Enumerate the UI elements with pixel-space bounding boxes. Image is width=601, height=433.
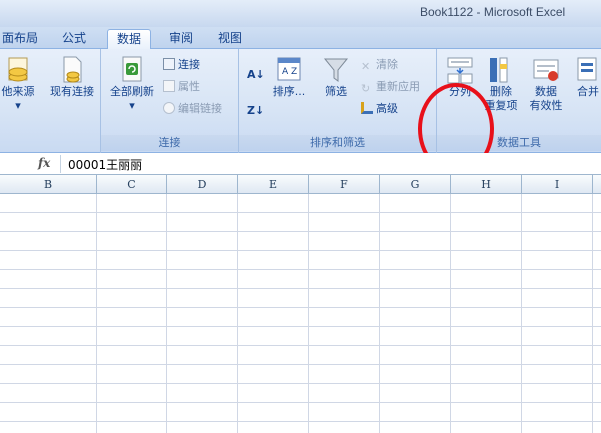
data-validation-button[interactable]: 数据 有效性 [525, 55, 567, 113]
tab-formulas[interactable]: 公式 [56, 29, 92, 49]
consolidate-button[interactable]: 合并 [571, 55, 601, 99]
other-sources-button[interactable]: 他来源 ▾ [0, 55, 40, 113]
sort-ascending-icon: A↓ [247, 68, 265, 81]
group-sort-filter: A↓ Z↓ A Z 排序... 筛选 ✕ 清除 ↻ 重新应用 高级 排序和筛选 [239, 49, 437, 153]
data-validation-label-2: 有效性 [529, 99, 563, 112]
connections-label: 连接 [178, 58, 200, 71]
sort-label: 排序... [272, 85, 306, 98]
consolidate-icon [577, 57, 597, 81]
reapply-label: 重新应用 [376, 80, 420, 93]
gridline [308, 194, 309, 433]
gridline [0, 326, 601, 327]
reapply-icon: ↻ [361, 82, 371, 95]
formula-bar: fx 00001王丽丽 [0, 153, 601, 175]
gridline [450, 194, 451, 433]
tab-view[interactable]: 视图 [212, 29, 248, 49]
existing-connections-button[interactable]: 现有连接 [46, 55, 98, 99]
column-header-partial[interactable] [593, 175, 601, 194]
gridline [96, 194, 97, 433]
ribbon: 他来源 ▾ 现有连接 全部刷新 ▾ 连接 属性 编辑链接 连接 A↓ Z↓ A … [0, 49, 601, 175]
window-title: Book1122 - Microsoft Excel [420, 5, 566, 19]
formula-input[interactable]: 00001王丽丽 [68, 156, 142, 173]
title-bar: Book1122 - Microsoft Excel [0, 0, 601, 27]
gridline [0, 212, 601, 213]
svg-text:A: A [282, 67, 289, 77]
gridline [237, 194, 238, 433]
svg-text:Z: Z [291, 67, 297, 77]
sort-ascending-button[interactable]: A↓ [247, 67, 265, 83]
filter-button[interactable]: 筛选 [317, 55, 355, 99]
advanced-label: 高级 [376, 102, 398, 115]
column-header-g[interactable]: G [380, 175, 451, 194]
advanced-filter-icon [361, 102, 373, 114]
column-header-d[interactable]: D [167, 175, 238, 194]
existing-connections-label: 现有连接 [50, 85, 94, 98]
reapply-button[interactable]: ↻ 重新应用 [361, 79, 420, 95]
gridline [0, 421, 601, 422]
gridline [379, 194, 380, 433]
gridline [0, 250, 601, 251]
tab-data[interactable]: 数据 [107, 29, 151, 49]
refresh-all-button[interactable]: 全部刷新 ▾ [107, 55, 157, 113]
connections-group-label: 连接 [101, 135, 238, 151]
gridline [0, 307, 601, 308]
existing-connections-icon [63, 56, 82, 83]
database-icon [8, 57, 28, 82]
tab-review[interactable]: 审阅 [163, 29, 199, 49]
clear-filter-button[interactable]: ✕ 清除 [361, 57, 398, 73]
data-validation-label-1: 数据 [535, 85, 557, 98]
connections-icon [163, 58, 175, 70]
formula-bar-divider [60, 155, 61, 173]
properties-label: 属性 [178, 80, 200, 93]
data-validation-icon [533, 59, 559, 81]
edit-links-label: 编辑链接 [178, 102, 222, 115]
properties-icon [163, 80, 175, 92]
other-sources-label: 他来源 [1, 85, 35, 98]
column-header-c[interactable]: C [97, 175, 167, 194]
refresh-icon [122, 56, 142, 82]
group-get-external-data: 他来源 ▾ 现有连接 [0, 49, 101, 153]
gridline [0, 383, 601, 384]
column-header-i[interactable]: I [522, 175, 593, 194]
gridline [0, 364, 601, 365]
column-header-h[interactable]: H [451, 175, 522, 194]
sort-descending-button[interactable]: Z↓ [247, 103, 264, 119]
chevron-down-icon: ▾ [15, 99, 21, 112]
remove-duplicates-label-1: 删除 [490, 85, 512, 98]
funnel-icon [323, 58, 349, 82]
group-connections: 全部刷新 ▾ 连接 属性 编辑链接 连接 [101, 49, 239, 153]
sort-descending-icon: Z↓ [247, 104, 265, 117]
connections-button[interactable]: 连接 [163, 57, 200, 73]
column-header-f[interactable]: F [309, 175, 380, 194]
gridline [0, 231, 601, 232]
fx-icon[interactable]: fx [38, 156, 50, 170]
consolidate-label: 合并 [577, 85, 599, 98]
clear-label: 清除 [376, 58, 398, 71]
remove-duplicates-icon [490, 57, 508, 83]
tab-page-layout[interactable]: 面布局 [0, 29, 40, 49]
chevron-down-icon: ▾ [129, 99, 135, 112]
gridline [166, 194, 167, 433]
edit-links-button[interactable]: 编辑链接 [163, 101, 222, 117]
ribbon-tabs: 面布局 公式 数据 审阅 视图 [0, 27, 601, 49]
gridline [0, 288, 601, 289]
gridline [521, 194, 522, 433]
link-icon [163, 102, 175, 114]
gridline [592, 194, 593, 433]
column-header-b[interactable]: B [0, 175, 97, 194]
sort-filter-group-label: 排序和筛选 [239, 135, 436, 151]
gridline [0, 269, 601, 270]
advanced-filter-button[interactable]: 高级 [361, 101, 398, 117]
gridline [0, 345, 601, 346]
column-header-e[interactable]: E [238, 175, 309, 194]
refresh-all-label: 全部刷新 [110, 85, 154, 98]
filter-label: 筛选 [325, 85, 347, 98]
gridline [0, 402, 601, 403]
properties-button[interactable]: 属性 [163, 79, 200, 95]
text-to-columns-icon [447, 57, 473, 84]
sort-button[interactable]: A Z 排序... [269, 55, 309, 99]
sort-icon: A Z [277, 57, 301, 81]
clear-filter-icon: ✕ [361, 60, 371, 73]
worksheet-grid[interactable]: B C D E F G H I [0, 175, 601, 433]
